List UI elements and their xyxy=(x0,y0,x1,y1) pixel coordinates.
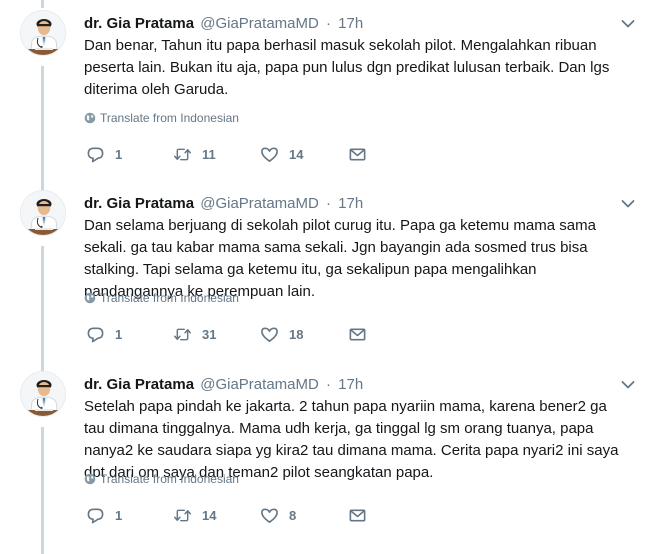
reply-button[interactable]: 1 xyxy=(86,505,122,525)
direct-message-button[interactable] xyxy=(348,505,367,525)
direct-message-button[interactable] xyxy=(348,144,367,164)
avatar[interactable] xyxy=(20,10,66,56)
tweet-text-line: Dan benar, Tahun itu papa berhasil masuk… xyxy=(84,37,597,54)
tweet-text: Dan benar, Tahun itu papa berhasil masuk… xyxy=(84,35,629,101)
envelope-icon xyxy=(349,508,366,522)
tweet-text-line: tau dimana tinggalnya. Mama udh kerja, g… xyxy=(84,420,594,437)
like-count: 8 xyxy=(289,507,297,523)
globe-icon xyxy=(84,112,96,124)
like-button[interactable]: 14 xyxy=(260,144,303,164)
reply-count: 1 xyxy=(115,146,123,162)
separator-dot: · xyxy=(326,376,331,393)
translate-link[interactable]: Translate from Indonesian xyxy=(84,111,239,125)
author-handle[interactable]: @GiaPratamaMD xyxy=(200,376,319,393)
reply-icon xyxy=(87,508,104,523)
tweet-text-line: diterima oleh Garuda. xyxy=(84,81,229,98)
author-name[interactable]: dr. Gia Pratama xyxy=(84,15,194,32)
author-name[interactable]: dr. Gia Pratama xyxy=(84,376,194,393)
heart-icon xyxy=(261,327,278,342)
like-count: 18 xyxy=(289,326,304,342)
translate-link[interactable]: Translate from Indonesian xyxy=(84,472,239,486)
translate-label[interactable]: Translate from Indonesian xyxy=(100,291,239,305)
retweet-count: 11 xyxy=(202,146,216,162)
retweet-icon xyxy=(173,148,192,160)
retweet-button[interactable]: 14 xyxy=(173,505,216,525)
tweet-text-line: peserta lain. Bukan itu aja, papa pun lu… xyxy=(84,59,610,76)
separator-dot: · xyxy=(326,15,331,32)
retweet-button[interactable]: 11 xyxy=(173,144,216,164)
retweet-count: 31 xyxy=(202,326,217,342)
tweet-actions: 1 31 18 xyxy=(86,324,386,344)
envelope-icon xyxy=(349,147,366,161)
reply-button[interactable]: 1 xyxy=(86,324,122,344)
avatar[interactable] xyxy=(20,371,66,417)
translate-link[interactable]: Translate from Indonesian xyxy=(84,291,239,305)
tweet[interactable]: dr. Gia Pratama @GiaPratamaMD · 17h Sete… xyxy=(0,361,663,541)
retweet-button[interactable]: 31 xyxy=(173,324,216,344)
tweet-text: Dan selama berjuang di sekolah pilot cur… xyxy=(84,215,629,303)
tweet-text-line: sekali. ga tau kabar mama sama sekali. J… xyxy=(84,239,588,256)
tweet[interactable]: dr. Gia Pratama @GiaPratamaMD · 17h Dan … xyxy=(0,180,663,360)
tweet-header: dr. Gia Pratama @GiaPratamaMD · 17h xyxy=(84,194,363,214)
tweet[interactable]: dr. Gia Pratama @GiaPratamaMD · 17h Dan … xyxy=(0,0,663,180)
author-name[interactable]: dr. Gia Pratama xyxy=(84,195,194,212)
chevron-down-icon[interactable] xyxy=(621,378,635,392)
retweet-count: 14 xyxy=(202,507,217,523)
chevron-down-icon[interactable] xyxy=(621,17,635,31)
avatar-image xyxy=(21,372,65,416)
globe-icon xyxy=(84,473,96,485)
like-button[interactable]: 18 xyxy=(260,324,303,344)
tweet-actions: 1 11 14 xyxy=(86,144,386,164)
author-handle[interactable]: @GiaPratamaMD xyxy=(200,15,319,32)
envelope-icon xyxy=(349,327,366,341)
timestamp[interactable]: 17h xyxy=(338,15,363,32)
translate-label[interactable]: Translate from Indonesian xyxy=(100,111,239,125)
heart-icon xyxy=(261,147,278,162)
avatar[interactable] xyxy=(20,190,66,236)
retweet-icon xyxy=(173,328,192,340)
author-handle[interactable]: @GiaPratamaMD xyxy=(200,195,319,212)
tweet-text-line: stalking. Tapi selama ga ketemu itu, ga … xyxy=(84,261,537,278)
reply-button[interactable]: 1 xyxy=(86,144,122,164)
direct-message-button[interactable] xyxy=(348,324,367,344)
timestamp[interactable]: 17h xyxy=(338,376,363,393)
tweet-text-line: nanya2 ke saudara siapa yg kira2 tau dim… xyxy=(84,442,619,459)
separator-dot: · xyxy=(326,195,331,212)
retweet-icon xyxy=(173,509,192,521)
reply-count: 1 xyxy=(115,507,123,523)
avatar-image xyxy=(21,191,65,235)
reply-icon xyxy=(87,147,104,162)
tweet-text-line: Dan selama berjuang di sekolah pilot cur… xyxy=(84,217,596,234)
globe-icon xyxy=(84,292,96,304)
tweet-actions: 1 14 8 xyxy=(86,505,386,525)
tweet-text-line: Setelah papa pindah ke jakarta. 2 tahun … xyxy=(84,398,607,415)
reply-icon xyxy=(87,327,104,342)
tweet-header: dr. Gia Pratama @GiaPratamaMD · 17h xyxy=(84,14,363,34)
translate-label[interactable]: Translate from Indonesian xyxy=(100,472,239,486)
chevron-down-icon[interactable] xyxy=(621,197,635,211)
reply-count: 1 xyxy=(115,326,123,342)
like-count: 14 xyxy=(289,146,304,162)
avatar-image xyxy=(21,11,65,55)
timestamp[interactable]: 17h xyxy=(338,195,363,212)
heart-icon xyxy=(261,508,278,523)
tweet-header: dr. Gia Pratama @GiaPratamaMD · 17h xyxy=(84,375,363,395)
tweet-text: Setelah papa pindah ke jakarta. 2 tahun … xyxy=(84,396,629,484)
like-button[interactable]: 8 xyxy=(260,505,296,525)
